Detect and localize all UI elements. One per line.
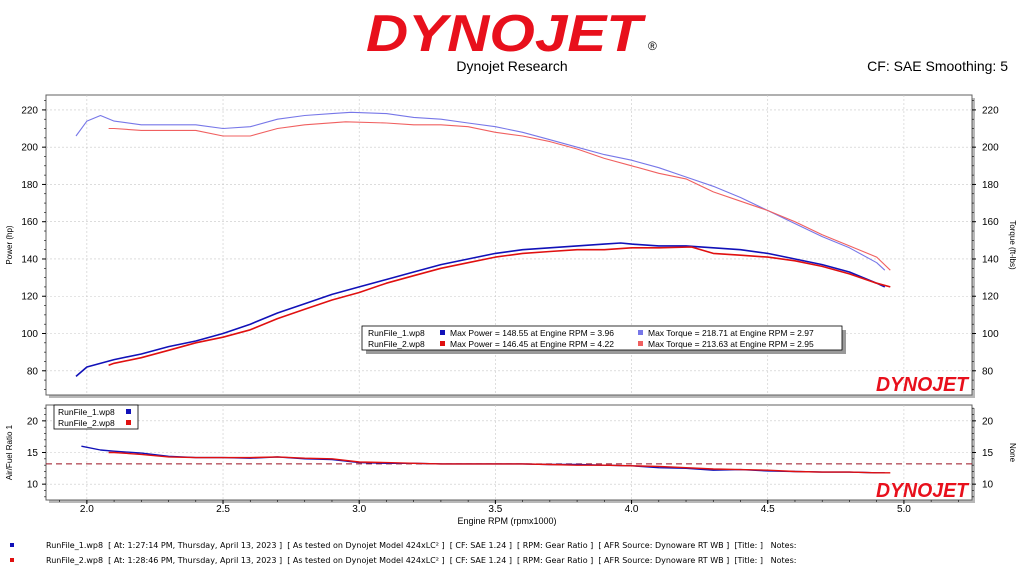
legend-marker-power	[440, 330, 445, 335]
y-tick-label-left: 220	[21, 105, 38, 116]
afr-legend-file-name: RunFile_1.wp8	[58, 407, 115, 417]
afr-plot-frame	[45, 404, 973, 501]
x-tick-label: 4.0	[625, 504, 639, 515]
y-tick-label-right: 80	[982, 366, 994, 377]
afr-legend-marker	[126, 420, 131, 425]
dyno-chart: 80 80 100 100 120 120 140 140 160 160 180 180 200 200…	[5, 94, 1017, 526]
y-tick-label-right: 160	[982, 217, 999, 228]
legend-max-torque: Max Torque = 213.63 at Engine RPM = 2.95	[648, 339, 814, 349]
y-tick-label-left: 160	[21, 217, 38, 228]
y-tick-label-left: 100	[21, 329, 38, 340]
y-axis-label-right: Torque (ft-lbs)	[1008, 220, 1017, 270]
y-tick-label-right: 140	[982, 254, 999, 265]
legend-marker-power	[440, 341, 445, 346]
x-axis-label: Engine RPM (rpmx1000)	[457, 516, 556, 526]
x-tick-label: 3.0	[352, 504, 366, 515]
x-tick-label: 3.5	[488, 504, 502, 515]
legend-marker-torque	[638, 341, 643, 346]
x-tick-label: 2.0	[80, 504, 94, 515]
y-tick-label-right: 220	[982, 105, 999, 116]
y-tick-label-left: 200	[21, 143, 38, 154]
afr-legend-marker	[126, 409, 131, 414]
y-tick-label-left: 120	[21, 292, 38, 303]
legend-file-name: RunFile_2.wp8	[368, 339, 425, 349]
y-tick-label-right: 180	[982, 180, 999, 191]
afr-y-tick-label-left: 15	[27, 448, 39, 459]
y-axis-label-left: Power (hp)	[5, 225, 14, 264]
afr-y-tick-label-right: 10	[982, 480, 994, 491]
x-tick-label: 4.5	[761, 504, 775, 515]
x-tick-label: 2.5	[216, 504, 230, 515]
afr-y-axis-label-right: None	[1008, 443, 1017, 463]
afr-y-tick-label-left: 10	[27, 480, 39, 491]
legend-max-power: Max Power = 148.55 at Engine RPM = 3.96	[450, 328, 614, 338]
legend-max-torque: Max Torque = 218.71 at Engine RPM = 2.97	[648, 328, 814, 338]
x-tick-label: 5.0	[897, 504, 911, 515]
footer-run1-info: RunFile_1.wp8 [ At: 1:27:14 PM, Thursday…	[46, 541, 797, 550]
legend-file-name: RunFile_1.wp8	[368, 328, 425, 338]
watermark-afr: DYNOJET	[876, 480, 970, 502]
afr-y-tick-label-left: 20	[27, 416, 39, 427]
y-tick-label-left: 140	[21, 254, 38, 265]
afr-y-tick-label-right: 15	[982, 448, 994, 459]
footer-dot-run1	[10, 543, 14, 547]
footer-dot-run2	[10, 558, 14, 562]
footer-run2-info: RunFile_2.wp8 [ At: 1:28:46 PM, Thursday…	[46, 556, 797, 565]
afr-legend-file-name: RunFile_2.wp8	[58, 418, 115, 428]
legend-max-power: Max Power = 146.45 at Engine RPM = 4.22	[450, 339, 614, 349]
y-tick-label-right: 100	[982, 329, 999, 340]
y-tick-label-right: 120	[982, 292, 999, 303]
afr-y-axis-label-left: Air/Fuel Ratio 1	[5, 424, 14, 480]
afr-y-tick-label-right: 20	[982, 416, 994, 427]
watermark-main: DYNOJET	[876, 374, 970, 396]
y-tick-label-left: 80	[27, 366, 39, 377]
legend-marker-torque	[638, 330, 643, 335]
y-tick-label-left: 180	[21, 180, 38, 191]
y-tick-label-right: 200	[982, 143, 999, 154]
